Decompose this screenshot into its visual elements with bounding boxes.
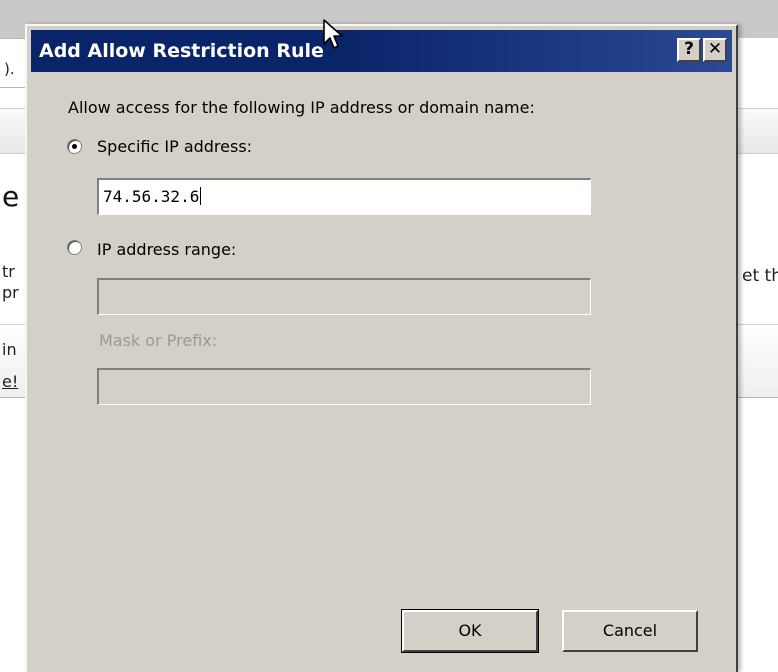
mask-prefix-label: Mask or Prefix: (99, 331, 218, 350)
ip-range-input[interactable] (97, 278, 591, 315)
dialog-prompt: Allow access for the following IP addres… (68, 98, 535, 117)
background-text: et th (742, 266, 778, 286)
mouse-pointer-icon (323, 19, 343, 49)
close-button[interactable]: ✕ (703, 38, 727, 62)
close-icon: ✕ (707, 39, 723, 59)
specific-ip-value: 74.56.32.6 (103, 187, 200, 206)
specific-ip-label[interactable]: Specific IP address: (97, 137, 252, 156)
text-caret (200, 187, 202, 205)
ip-range-radio[interactable] (67, 240, 82, 255)
background-text: pr (2, 283, 19, 302)
ip-range-label[interactable]: IP address range: (97, 240, 236, 259)
help-button[interactable]: ? (677, 38, 701, 62)
ok-button[interactable]: OK (401, 609, 539, 653)
specific-ip-radio[interactable] (67, 139, 82, 154)
background-heading: e (2, 180, 20, 213)
cancel-button[interactable]: Cancel (562, 610, 698, 652)
dialog-title: Add Allow Restriction Rule (39, 40, 324, 62)
mask-prefix-input[interactable] (97, 368, 591, 405)
background-text: tr (2, 262, 15, 281)
radio-selected-dot (72, 144, 77, 149)
dialog-titlebar[interactable]: Add Allow Restriction Rule ? ✕ (31, 30, 732, 72)
background-address-text: ). (4, 60, 15, 78)
background-text: in (2, 340, 17, 359)
add-allow-restriction-rule-dialog: Add Allow Restriction Rule ? ✕ Allow acc… (25, 24, 738, 672)
background-link[interactable]: e! (2, 372, 18, 391)
specific-ip-input[interactable]: 74.56.32.6 (97, 178, 591, 215)
help-icon: ? (684, 39, 694, 59)
